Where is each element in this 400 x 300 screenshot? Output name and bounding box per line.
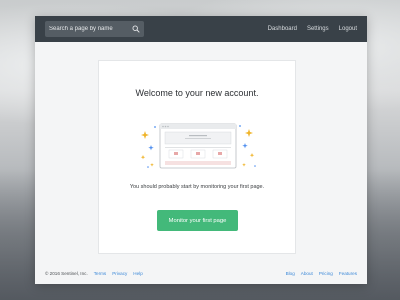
sparkle-icon	[239, 125, 256, 167]
browser-illustration	[140, 123, 256, 169]
search-box[interactable]	[45, 21, 144, 37]
footer-link-terms[interactable]: Terms	[94, 271, 107, 276]
nav-link-settings[interactable]: Settings	[307, 26, 329, 32]
monitor-first-page-button[interactable]: Monitor your first page	[157, 210, 238, 231]
welcome-text: You should probably start by monitoring …	[129, 184, 265, 190]
copyright-text: © 2016 Sentinel, Inc.	[45, 270, 88, 276]
footer-link-privacy[interactable]: Privacy	[112, 271, 127, 276]
footer-link-blog[interactable]: Blog	[286, 271, 295, 276]
footer-right-links: Blog About Pricing Features	[286, 271, 357, 276]
app-window: Dashboard Settings Logout Welcome to you…	[35, 16, 367, 284]
browser-mockup-icon	[159, 123, 237, 169]
top-navbar: Dashboard Settings Logout	[35, 16, 367, 42]
footer-link-help[interactable]: Help	[133, 271, 142, 276]
search-icon[interactable]	[132, 25, 140, 33]
footer-link-about[interactable]: About	[301, 271, 313, 276]
footer: © 2016 Sentinel, Inc. Terms Privacy Help…	[35, 262, 367, 284]
search-input[interactable]	[49, 26, 132, 32]
welcome-card: Welcome to your new account. You should …	[98, 60, 296, 254]
welcome-title: Welcome to your new account.	[135, 88, 259, 98]
footer-link-features[interactable]: Features	[339, 271, 357, 276]
sparkle-icon	[140, 126, 156, 168]
nav-links: Dashboard Settings Logout	[268, 26, 357, 32]
nav-link-dashboard[interactable]: Dashboard	[268, 26, 297, 32]
footer-link-pricing[interactable]: Pricing	[319, 271, 333, 276]
nav-link-logout[interactable]: Logout	[339, 26, 357, 32]
